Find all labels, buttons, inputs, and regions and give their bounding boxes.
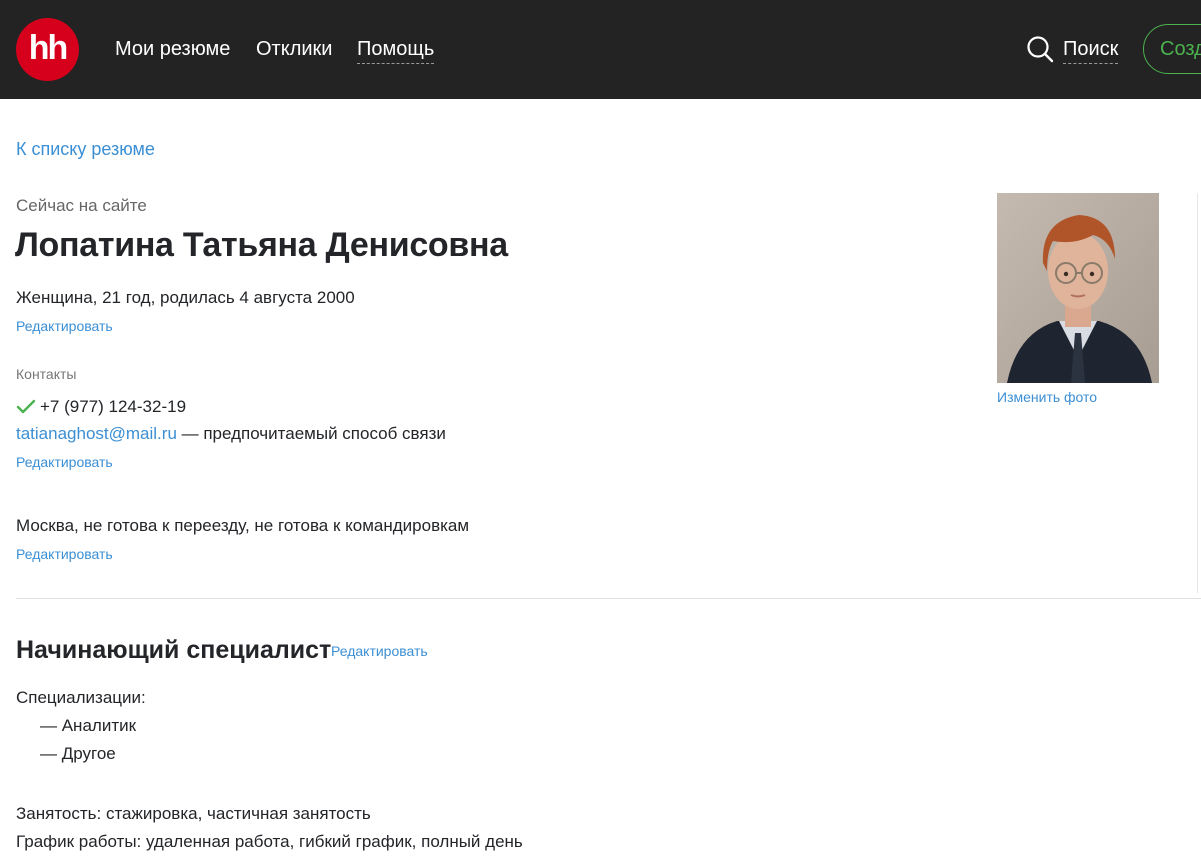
candidate-name: Лопатина Татьяна Денисовна <box>15 226 508 264</box>
search-label[interactable]: Поиск <box>1063 36 1119 64</box>
edit-personal-link[interactable]: Редактировать <box>16 317 113 335</box>
contacts-caption: Контакты <box>16 366 77 382</box>
change-photo-link[interactable]: Изменить фото <box>997 388 1097 406</box>
verified-check-icon <box>16 399 36 414</box>
create-resume-button[interactable]: Создать резюме <box>1143 24 1201 74</box>
specializations-label: Специализации: <box>16 688 146 707</box>
edit-location-link[interactable]: Редактировать <box>16 545 113 563</box>
specialization-item: — Другое <box>40 744 116 763</box>
specialization-item: — Аналитик <box>40 716 137 735</box>
position-title: Начинающий специалист <box>16 636 332 664</box>
section-divider <box>16 598 1201 599</box>
employment-info: Занятость: стажировка, частичная занятос… <box>16 804 371 823</box>
top-header: hh Мои резюме Отклики Помощь Поиск Созда… <box>0 0 1201 99</box>
search-icon[interactable] <box>1026 35 1054 63</box>
phone-number: +7 (977) 124-32-19 <box>40 397 187 416</box>
location-info: Москва, не готова к переезду, не готова … <box>16 516 470 535</box>
profile-photo-image <box>997 193 1159 383</box>
nav-responses[interactable]: Отклики <box>256 36 332 62</box>
back-to-resume-list-link[interactable]: К списку резюме <box>16 138 155 160</box>
edit-contacts-link[interactable]: Редактировать <box>16 453 113 471</box>
schedule-info: График работы: удаленная работа, гибкий … <box>16 832 523 851</box>
nav-my-resumes[interactable]: Мои резюме <box>115 36 230 62</box>
edit-position-link[interactable]: Редактировать <box>331 642 428 660</box>
nav-help[interactable]: Помощь <box>357 36 435 64</box>
profile-photo <box>997 193 1159 383</box>
create-resume-label: Создать резюме <box>1160 38 1201 60</box>
email-note: — предпочитаемый способ связи <box>176 424 446 443</box>
online-status: Сейчас на сайте <box>16 196 147 215</box>
hh-logo[interactable]: hh <box>16 18 79 81</box>
side-divider <box>1197 193 1198 593</box>
email-line: tatianaghost@mail.ru — предпочитаемый сп… <box>16 423 446 445</box>
demographics: Женщина, 21 год, родилась 4 августа 2000 <box>16 288 355 307</box>
logo-text: hh <box>28 29 69 67</box>
email-link[interactable]: tatianaghost@mail.ru <box>16 424 177 443</box>
